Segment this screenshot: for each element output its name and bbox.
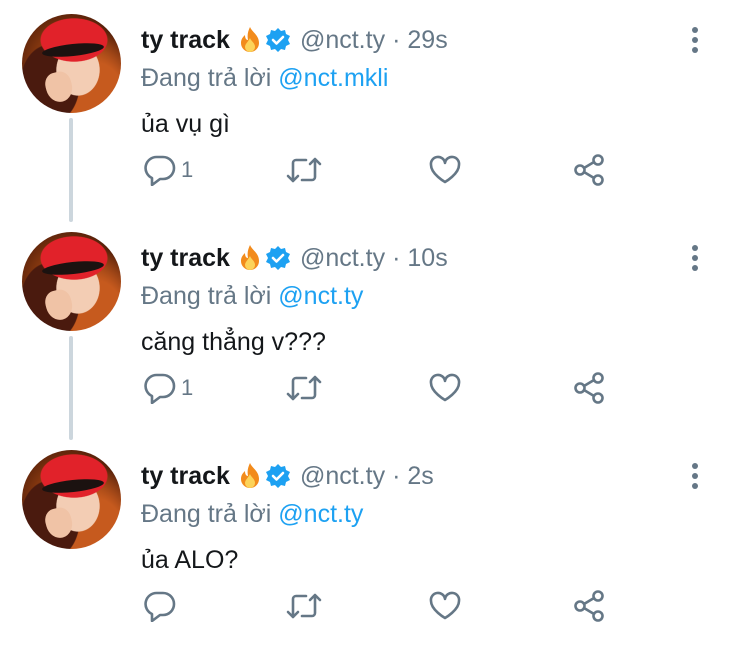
verified-badge-icon [265, 245, 291, 271]
display-name[interactable]: ty track [141, 242, 230, 274]
tweet-header: ty track @nct.ty · 10s [141, 242, 448, 274]
avatar[interactable] [22, 14, 121, 113]
more-vertical-icon[interactable] [684, 26, 706, 56]
share-button[interactable] [572, 152, 606, 188]
like-button[interactable] [428, 370, 462, 406]
reply-prefix: Đang trả lời [141, 500, 272, 528]
share-button[interactable] [572, 370, 606, 406]
like-button[interactable] [428, 152, 462, 188]
username[interactable]: @nct.ty [300, 460, 385, 492]
reply-icon [144, 591, 176, 622]
heart-icon [429, 155, 461, 184]
avatar[interactable] [22, 232, 121, 331]
avatar[interactable] [22, 450, 121, 549]
timestamp[interactable]: 29s [407, 24, 447, 56]
reply-button[interactable]: 1 [143, 370, 193, 406]
display-name[interactable]: ty track [141, 460, 230, 492]
tweet-header: ty track @nct.ty · 29s [141, 24, 448, 56]
share-icon [574, 590, 604, 622]
retweet-icon [286, 593, 322, 619]
reply-count: 1 [181, 375, 194, 400]
heart-icon [429, 591, 461, 620]
separator: · [392, 26, 401, 54]
tweet-actions [0, 588, 750, 624]
username[interactable]: @nct.ty [300, 242, 385, 274]
retweet-icon [286, 375, 322, 401]
heart-icon [429, 373, 461, 402]
reply-mention-link[interactable]: @nct.ty [278, 500, 363, 528]
reply-mention-link[interactable]: @nct.ty [278, 282, 363, 310]
more-vertical-icon[interactable] [684, 244, 706, 274]
tweet-text: ủa ALO? [141, 546, 239, 574]
reply-mention-link[interactable]: @nct.mkli [278, 64, 388, 92]
username[interactable]: @nct.ty [300, 24, 385, 56]
avatar-visor [41, 40, 105, 60]
share-button[interactable] [572, 588, 606, 624]
reply-button[interactable] [143, 588, 181, 624]
more-vertical-icon[interactable] [684, 462, 706, 492]
reply-button[interactable]: 1 [143, 152, 193, 188]
tweet-header: ty track @nct.ty · 2s [141, 460, 434, 492]
reply-icon [144, 155, 176, 186]
separator: · [392, 462, 401, 490]
retweet-button[interactable] [286, 152, 322, 188]
tweet[interactable]: ty track @nct.ty · 10s Đang trả lời @nct… [0, 218, 750, 436]
timestamp[interactable]: 10s [407, 242, 447, 274]
timestamp[interactable]: 2s [407, 460, 433, 492]
reply-context: Đang trả lời @nct.ty [141, 498, 363, 530]
tweet-text: ủa vụ gì [141, 110, 230, 138]
retweet-icon [286, 157, 322, 183]
fire-icon [239, 462, 261, 490]
reply-context: Đang trả lời @nct.mkli [141, 62, 388, 94]
tweet[interactable]: ty track @nct.ty · 29s Đang trả lời @nct… [0, 0, 750, 218]
reply-context: Đang trả lời @nct.ty [141, 280, 363, 312]
avatar-visor [41, 258, 105, 278]
tweet[interactable]: ty track @nct.ty · 2s Đang trả lời @nct.… [0, 436, 750, 654]
fire-icon [239, 26, 261, 54]
tweet-text: căng thẳng v??? [141, 328, 326, 356]
retweet-button[interactable] [286, 588, 322, 624]
reply-prefix: Đang trả lời [141, 64, 272, 92]
tweet-actions: 1 [0, 370, 750, 406]
separator: · [392, 244, 401, 272]
reply-count: 1 [181, 157, 194, 182]
reply-prefix: Đang trả lời [141, 282, 272, 310]
reply-icon [144, 373, 176, 404]
verified-badge-icon [265, 463, 291, 489]
avatar-hand [42, 69, 76, 105]
retweet-button[interactable] [286, 370, 322, 406]
share-icon [574, 372, 604, 404]
share-icon [574, 154, 604, 186]
tweet-actions: 1 [0, 152, 750, 188]
like-button[interactable] [428, 588, 462, 624]
verified-badge-icon [265, 27, 291, 53]
display-name[interactable]: ty track [141, 24, 230, 56]
fire-icon [239, 244, 261, 272]
avatar-hand [42, 505, 76, 541]
avatar-visor [41, 476, 105, 496]
avatar-hand [42, 287, 76, 323]
